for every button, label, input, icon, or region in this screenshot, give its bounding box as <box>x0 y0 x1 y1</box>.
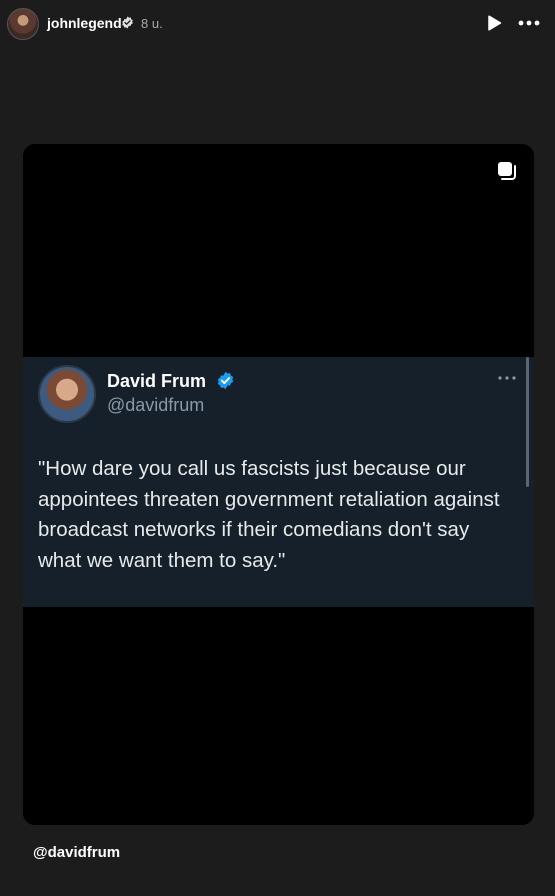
embedded-tweet[interactable]: David Frum @davidfrum "How dare you call… <box>23 357 534 607</box>
tweet-avatar[interactable] <box>38 365 96 423</box>
avatar[interactable] <box>7 8 39 40</box>
play-icon[interactable] <box>484 13 504 33</box>
story-header: johnlegend 8 u. <box>0 0 555 46</box>
mention-caption[interactable]: @davidfrum <box>33 844 120 861</box>
multiple-posts-icon <box>498 162 516 180</box>
tweet-more-icon[interactable] <box>497 375 517 381</box>
tweet-author-name[interactable]: David Frum <box>107 371 206 392</box>
verified-badge-icon <box>217 371 234 390</box>
story-card[interactable]: David Frum @davidfrum "How dare you call… <box>23 144 534 825</box>
username[interactable]: johnlegend <box>47 15 122 31</box>
scrollbar[interactable] <box>526 357 529 487</box>
tweet-author-handle[interactable]: @davidfrum <box>107 395 204 416</box>
tweet-text: "How dare you call us fascists just beca… <box>38 457 500 572</box>
post-time: 8 u. <box>141 16 163 31</box>
more-options-icon[interactable] <box>517 13 541 33</box>
verified-badge-icon <box>122 16 133 29</box>
